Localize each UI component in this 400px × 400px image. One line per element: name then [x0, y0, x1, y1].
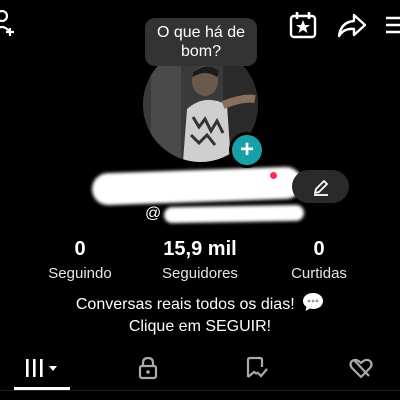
- tab-videos[interactable]: [15, 350, 70, 386]
- grid-icon: [25, 359, 57, 377]
- likes-label: Curtidas: [291, 265, 347, 282]
- handle-prefix: @: [145, 205, 162, 222]
- followers-stat[interactable]: 15,9 mil Seguidores: [145, 238, 255, 284]
- tab-reposts[interactable]: [228, 350, 283, 386]
- status-bubble-text: O que há de bom?: [156, 24, 246, 60]
- share-profile-button[interactable]: [336, 12, 368, 40]
- following-label: Seguindo: [48, 265, 112, 282]
- liked-icon: [348, 358, 373, 379]
- status-bubble[interactable]: O que há de bom?: [145, 18, 257, 66]
- events-button[interactable]: [288, 10, 318, 40]
- calendar-star-icon: [289, 12, 317, 39]
- bio-line-2: Clique em SEGUIR!: [128, 318, 272, 335]
- followers-label: Seguidores: [162, 265, 238, 282]
- tab-liked[interactable]: [333, 350, 388, 386]
- add-avatar-button[interactable]: +: [229, 132, 265, 168]
- menu-icon: [386, 16, 400, 34]
- likes-count: 0: [313, 238, 325, 260]
- following-count: 0: [74, 238, 86, 260]
- edit-profile-button[interactable]: [292, 170, 349, 203]
- bio-line-1-text: Conversas reais todos os dias!: [75, 296, 295, 313]
- notification-dot: [270, 172, 277, 179]
- username-row: @: [145, 203, 305, 225]
- share-icon: [337, 13, 367, 38]
- tab-divider: [0, 390, 400, 391]
- followers-count: 15,9 mil: [163, 238, 237, 260]
- add-friend-button[interactable]: [0, 10, 18, 36]
- profile-bio: Conversas reais todos os dias! Clique em…: [0, 292, 400, 338]
- chevron-down-icon: [48, 366, 57, 371]
- following-stat[interactable]: 0 Seguindo: [25, 238, 135, 284]
- pencil-icon: [313, 179, 328, 196]
- bio-line-1: Conversas reais todos os dias!: [0, 292, 400, 316]
- speech-bubble-icon: [303, 293, 324, 311]
- add-user-icon: [0, 10, 14, 36]
- menu-button[interactable]: [384, 14, 400, 36]
- lock-icon: [138, 356, 157, 380]
- tab-private[interactable]: [120, 350, 175, 386]
- plus-icon: +: [239, 136, 254, 163]
- repost-icon: [246, 356, 268, 378]
- username-redacted: [164, 204, 305, 224]
- likes-stat[interactable]: 0 Curtidas: [264, 238, 374, 284]
